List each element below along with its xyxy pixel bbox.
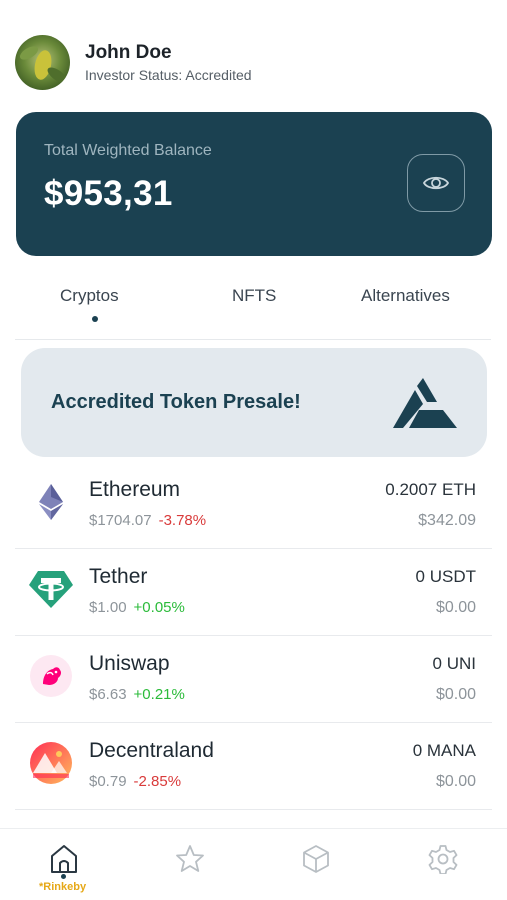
investor-status: Investor Status: Accredited: [85, 66, 252, 83]
eye-icon: [422, 176, 450, 190]
network-label: *Rinkeby: [39, 881, 87, 893]
accredited-logo-icon: [393, 378, 457, 428]
asset-change: +0.05%: [133, 599, 185, 616]
toggle-balance-button[interactable]: [407, 154, 465, 212]
nav-home[interactable]: [44, 839, 84, 879]
asset-price: $1.00: [89, 599, 127, 616]
tether-icon: [29, 567, 73, 611]
gear-icon: [428, 845, 458, 874]
asset-name: Ethereum: [89, 478, 181, 501]
asset-name: Uniswap: [89, 652, 170, 675]
nav-favorites[interactable]: [170, 839, 210, 879]
profile-header: John Doe Investor Status: Accredited: [15, 34, 485, 90]
asset-usd-value: $0.00: [435, 599, 476, 616]
asset-row-tether[interactable]: Tether $1.00 +0.05% 0 USDT $0.00: [15, 549, 492, 636]
asset-name: Tether: [89, 565, 148, 588]
star-icon: [176, 845, 204, 872]
asset-row-ethereum[interactable]: Ethereum $1704.07 -3.78% 0.2007 ETH $342.…: [15, 462, 492, 549]
balance-label: Total Weighted Balance: [44, 142, 212, 159]
uniswap-icon: [29, 654, 73, 698]
nav-assets[interactable]: [296, 839, 336, 879]
asset-name: Decentraland: [89, 739, 214, 762]
asset-price: $0.79: [89, 773, 127, 790]
asset-usd-value: $342.09: [418, 512, 476, 529]
presale-banner-text: Accredited Token Presale!: [51, 391, 301, 413]
asset-amount: 0 UNI: [432, 654, 476, 673]
asset-price: $6.63: [89, 686, 127, 703]
balance-card: Total Weighted Balance $953,31: [16, 112, 492, 256]
active-tab-indicator: [92, 316, 98, 322]
asset-row-decentraland[interactable]: Decentraland $0.79 -2.85% 0 MANA $0.00: [15, 723, 492, 810]
asset-change: +0.21%: [133, 686, 185, 703]
asset-tabs: Cryptos NFTS Alternatives: [15, 276, 491, 340]
asset-usd-value: $0.00: [435, 773, 476, 790]
bottom-nav: *Rinkeby: [0, 828, 507, 900]
home-icon: [51, 845, 77, 873]
user-name: John Doe: [85, 41, 172, 63]
cube-icon: [303, 845, 329, 873]
balance-value: $953,31: [44, 174, 173, 213]
avatar[interactable]: [15, 34, 70, 90]
active-nav-indicator: [61, 874, 66, 879]
asset-amount: 0.2007 ETH: [385, 480, 476, 499]
tab-alternatives[interactable]: Alternatives: [361, 286, 450, 306]
asset-change: -2.85%: [133, 773, 182, 790]
presale-banner[interactable]: Accredited Token Presale!: [21, 348, 487, 457]
decentraland-icon: [29, 741, 73, 785]
asset-amount: 0 USDT: [415, 567, 476, 586]
tab-cryptos[interactable]: Cryptos: [60, 286, 119, 306]
asset-amount: 0 MANA: [412, 741, 476, 760]
nav-settings[interactable]: [423, 839, 463, 879]
ethereum-icon: [29, 480, 73, 524]
asset-row-uniswap[interactable]: Uniswap $6.63 +0.21% 0 UNI $0.00: [15, 636, 492, 723]
asset-change: -3.78%: [158, 512, 207, 529]
tab-nfts[interactable]: NFTS: [232, 286, 276, 306]
asset-price: $1704.07: [89, 512, 152, 529]
asset-usd-value: $0.00: [435, 686, 476, 703]
